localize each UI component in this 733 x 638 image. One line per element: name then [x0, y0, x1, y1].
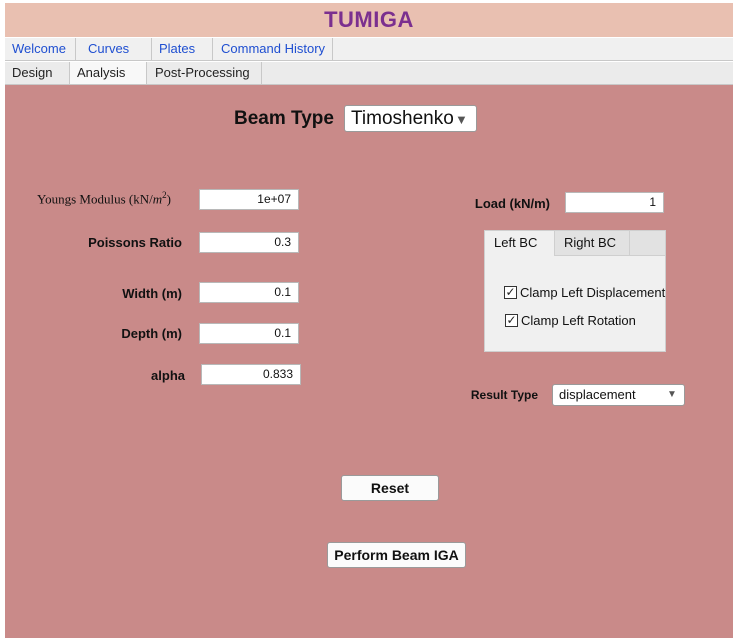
result-type-label: Result Type	[470, 388, 538, 402]
poissons-ratio-field[interactable]: 0.3	[199, 232, 299, 253]
width-field[interactable]: 0.1	[199, 282, 299, 303]
tab-design[interactable]: Design	[5, 62, 70, 84]
clamp-left-rotation-label: Clamp Left Rotation	[521, 313, 636, 328]
app-title: TUMIGA	[324, 7, 414, 32]
youngs-modulus-label-text: Youngs Modulus (kN/	[37, 191, 153, 207]
tab-curves[interactable]: Curves	[76, 38, 152, 60]
youngs-modulus-label-close: )	[166, 191, 171, 207]
poissons-ratio-label: Poissons Ratio	[88, 235, 182, 250]
perform-beam-iga-button[interactable]: Perform Beam IGA	[327, 542, 466, 568]
chevron-down-icon: ▼	[667, 389, 677, 400]
youngs-modulus-label: Youngs Modulus (kN/m2)	[37, 190, 171, 207]
alpha-label: alpha	[151, 368, 185, 383]
sub-tab-bar: Design Analysis Post-Processing	[5, 62, 733, 85]
chevron-down-icon: ▼	[455, 112, 468, 127]
load-field[interactable]: 1	[565, 192, 664, 213]
result-type-dropdown[interactable]: displacement	[552, 384, 685, 406]
tab-welcome[interactable]: Welcome	[5, 38, 76, 60]
depth-label: Depth (m)	[121, 326, 182, 341]
bc-tab-strip: Left BC Right BC	[485, 231, 665, 256]
youngs-modulus-field[interactable]: 1e+07	[199, 189, 299, 210]
width-label: Width (m)	[122, 286, 182, 301]
beam-type-label: Beam Type	[234, 108, 334, 129]
reset-button[interactable]: Reset	[341, 475, 439, 501]
tab-plates[interactable]: Plates	[152, 38, 213, 60]
checkbox-clamp-left-rotation[interactable]: ✓	[505, 314, 518, 327]
depth-field[interactable]: 0.1	[199, 323, 299, 344]
checkbox-clamp-left-displacement[interactable]: ✓	[504, 286, 517, 299]
tab-command-history[interactable]: Command History	[213, 38, 333, 60]
tab-right-bc[interactable]: Right BC	[555, 231, 630, 255]
main-tab-bar: Welcome Curves Plates Command History	[5, 38, 733, 61]
youngs-modulus-unit: m	[152, 191, 163, 207]
clamp-left-displacement-label: Clamp Left Displacement	[520, 285, 666, 300]
tab-post-processing[interactable]: Post-Processing	[147, 62, 262, 84]
tab-analysis[interactable]: Analysis	[70, 62, 147, 84]
load-label: Load (kN/m)	[474, 196, 550, 211]
alpha-field[interactable]: 0.833	[201, 364, 301, 385]
tab-left-bc[interactable]: Left BC	[485, 231, 555, 256]
